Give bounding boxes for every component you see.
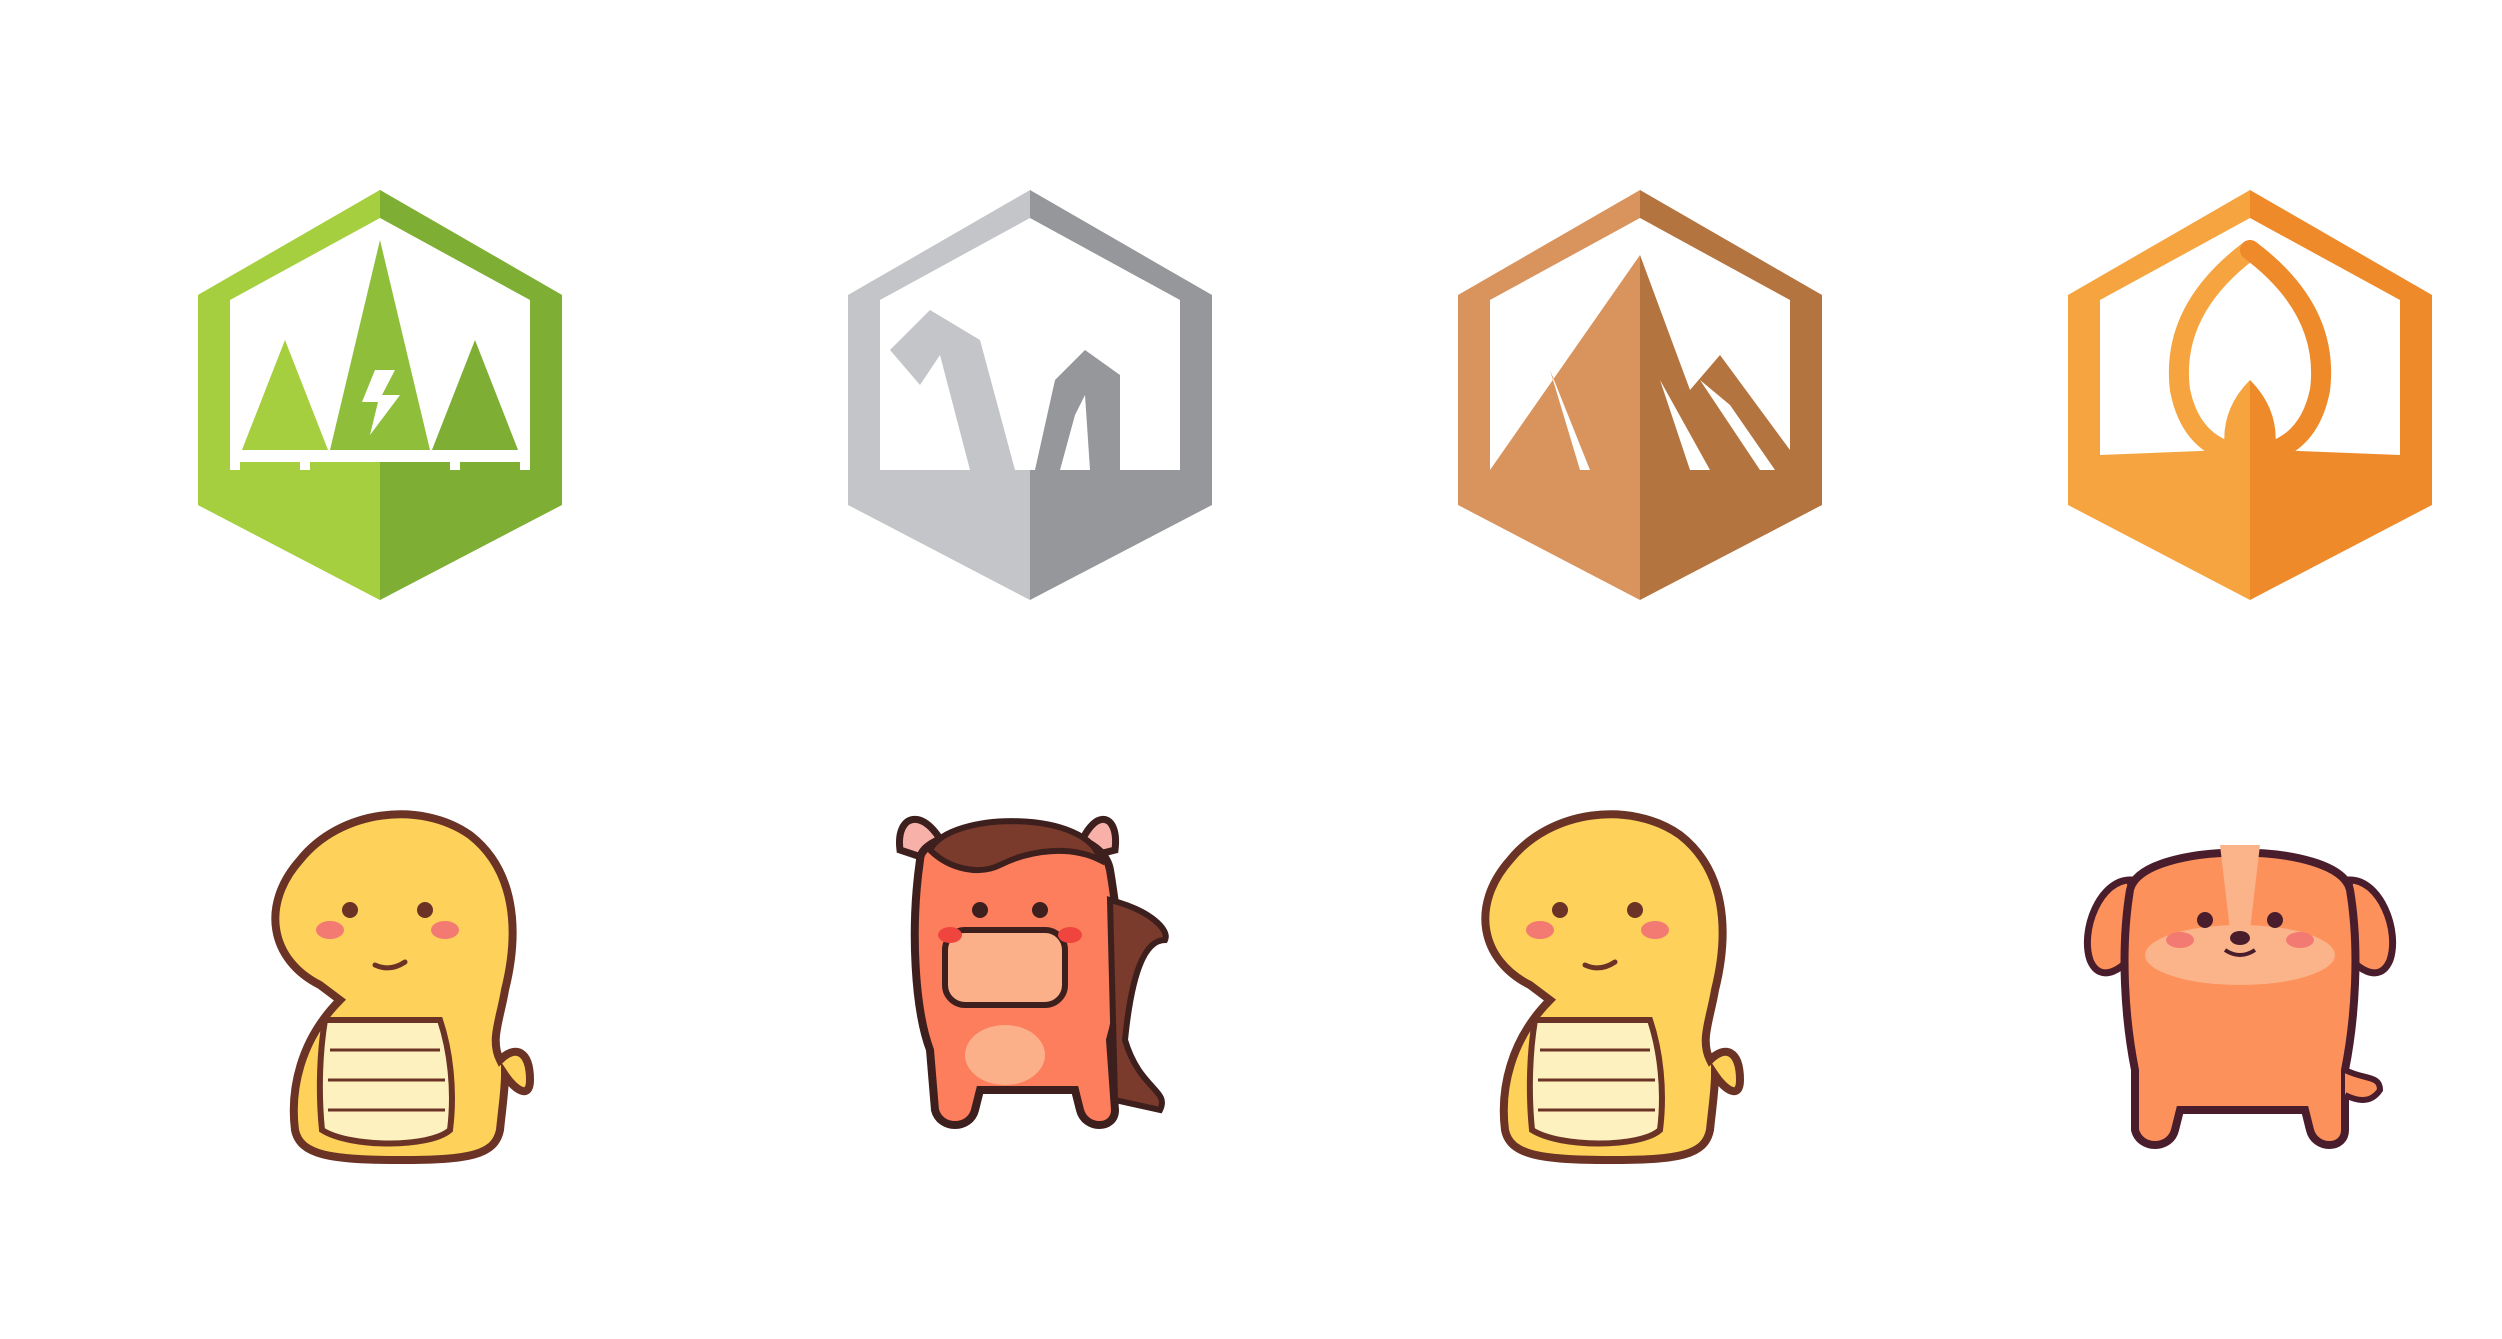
snake-character-icon xyxy=(230,790,570,1170)
horse-character-icon xyxy=(870,790,1210,1170)
icon-grid xyxy=(0,0,2502,1339)
snake-character-icon xyxy=(1440,790,1780,1170)
rock-arch-badge-icon xyxy=(820,180,1240,600)
mountain-badge-icon xyxy=(1430,180,1850,600)
flame-badge-icon xyxy=(2040,180,2460,600)
dog-character-icon xyxy=(2070,820,2410,1200)
forest-badge-icon xyxy=(170,180,590,600)
